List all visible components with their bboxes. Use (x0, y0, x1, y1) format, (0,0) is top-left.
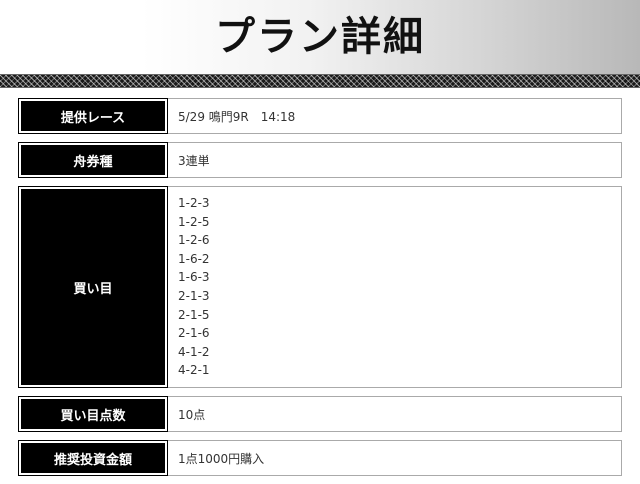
recommended-amount-row: 推奨投資金額 1点1000円購入 (18, 440, 622, 476)
combination-item: 2-1-6 (178, 326, 210, 341)
combination-item: 4-1-2 (178, 344, 210, 359)
point-count-row: 買い目点数 10点 (18, 396, 622, 432)
combination-item: 1-2-5 (178, 214, 210, 229)
combination-item: 1-2-3 (178, 196, 210, 211)
recommended-amount-label: 推奨投資金額 (18, 440, 168, 476)
point-count-label: 買い目点数 (18, 396, 168, 432)
combination-item: 2-1-3 (178, 289, 210, 303)
combination-item: 1-6-3 (178, 270, 210, 285)
combination-list: 1-2-3 1-2-5 1-2-6 1-6-2 1-6-3 2-1-3 2-1-… (178, 194, 210, 380)
combinations-label: 買い目 (18, 186, 168, 388)
point-count-value: 10点 (178, 407, 206, 422)
ticket-type-row: 舟券種 3連単 (18, 142, 622, 178)
plan-detail-table: 提供レース 5/29 鳴門9R 14:18 舟券種 3連単 買い目 1-2-3 … (18, 98, 622, 484)
combination-item: 1-2-6 (178, 233, 210, 248)
ticket-type-value: 3連単 (178, 153, 210, 168)
combinations-value: 1-2-3 1-2-5 1-2-6 1-6-2 1-6-3 2-1-3 2-1-… (167, 187, 621, 387)
page-title: プラン詳細 (215, 13, 425, 60)
combination-item: 1-6-2 (178, 251, 210, 266)
combination-item: 2-1-5 (178, 307, 210, 322)
ticket-type-label: 舟券種 (18, 142, 168, 178)
recommended-amount-value: 1点1000円購入 (178, 451, 265, 466)
combinations-row: 買い目 1-2-3 1-2-5 1-2-6 1-6-2 1-6-3 2-1-3 … (18, 186, 622, 388)
race-row: 提供レース 5/29 鳴門9R 14:18 (18, 98, 622, 134)
race-value: 5/29 鳴門9R 14:18 (178, 109, 296, 124)
combination-item: 4-2-1 (178, 363, 210, 378)
page-header: プラン詳細 (0, 0, 640, 74)
race-label: 提供レース (18, 98, 168, 134)
header-ornament-border (0, 74, 640, 88)
